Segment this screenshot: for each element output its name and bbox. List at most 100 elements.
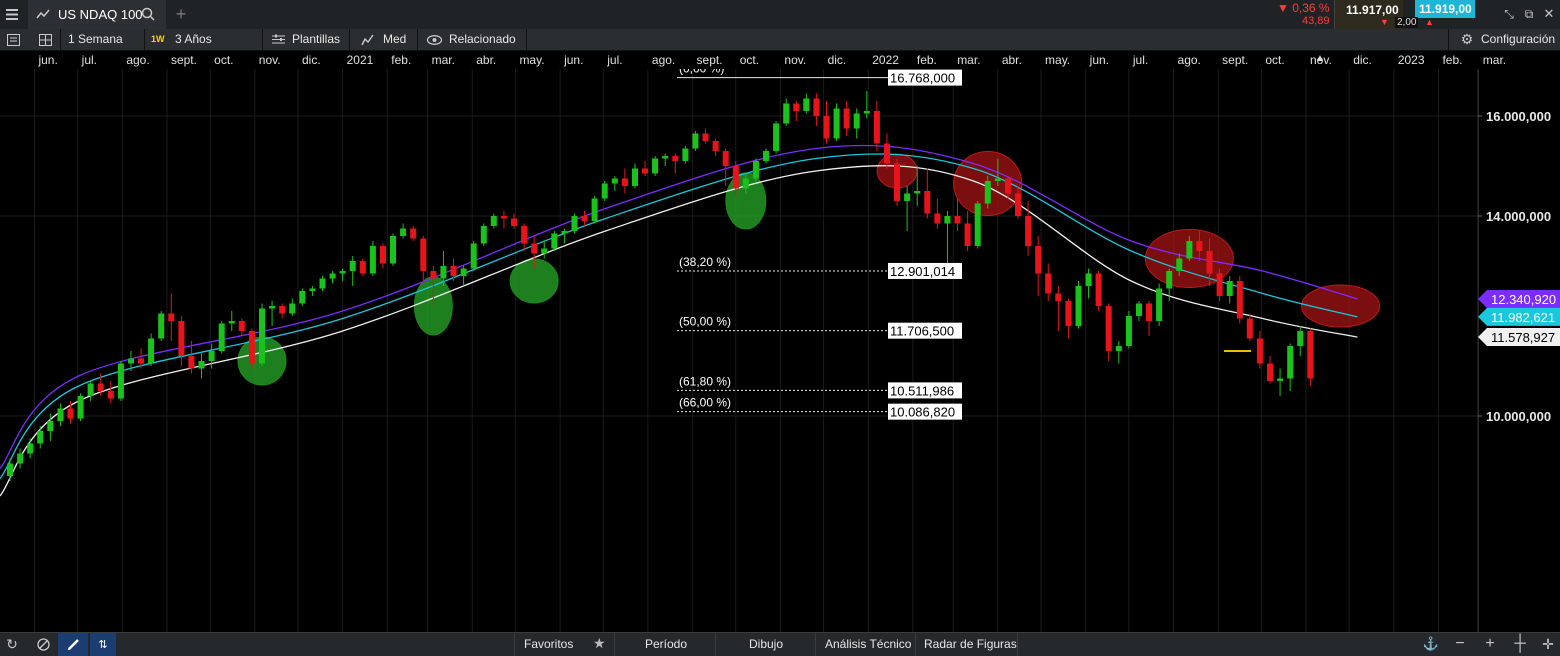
x-tick-label: feb. xyxy=(1442,53,1463,67)
search-icon[interactable] xyxy=(140,6,156,22)
candle-down xyxy=(1035,246,1042,274)
candle-up xyxy=(148,338,155,364)
candle-down xyxy=(581,216,588,221)
candle-up xyxy=(984,181,991,204)
candle-up xyxy=(944,216,951,224)
menu-icon[interactable] xyxy=(0,0,24,29)
x-tick-label: mar. xyxy=(431,53,455,67)
y-tick-label: 16.000,000 xyxy=(1486,109,1551,124)
current-period-marker: ▲ xyxy=(1315,53,1325,64)
add-tab-icon[interactable]: + xyxy=(172,0,190,29)
candle-up xyxy=(349,261,356,271)
popout-icon[interactable]: ⧉ xyxy=(1520,5,1538,23)
candle-up xyxy=(208,351,215,361)
no-entry-icon[interactable] xyxy=(33,635,53,653)
med-button[interactable]: Med xyxy=(383,32,406,46)
list-icon[interactable] xyxy=(4,31,22,48)
candle-up xyxy=(27,443,34,454)
candle-up xyxy=(480,226,487,244)
candle-up xyxy=(1287,346,1294,379)
templates-icon xyxy=(270,31,286,48)
candle-down xyxy=(420,238,427,271)
x-tick-label: sept. xyxy=(1222,53,1249,67)
zoom-in-icon[interactable]: + xyxy=(1480,635,1500,653)
buy-price-box[interactable]: 11.919,00 xyxy=(1415,0,1475,18)
candle-down xyxy=(924,191,931,214)
range-selector[interactable]: 3 Años xyxy=(175,32,212,46)
candle-down xyxy=(873,111,880,144)
candle-up xyxy=(460,268,467,276)
price-chart[interactable]: (0,00 %) 16.768,000 (38,20 %) 12.901,014 (50… xyxy=(0,69,1560,632)
candle-down xyxy=(107,391,114,399)
candle-up xyxy=(863,111,870,114)
candle-down xyxy=(178,321,185,356)
technical-analysis-button[interactable]: Análisis Técnico xyxy=(825,637,911,651)
templates-button[interactable]: Plantillas xyxy=(292,32,340,46)
candle-up xyxy=(652,158,659,174)
candle-up xyxy=(440,266,447,279)
favorites-button[interactable]: Favoritos xyxy=(524,637,573,651)
candle-up xyxy=(7,463,13,476)
candle-up xyxy=(571,216,578,231)
candle-up xyxy=(632,168,638,186)
fib-level-pct: (61,80 %) xyxy=(679,374,731,388)
drawing-button[interactable]: Dibujo xyxy=(749,637,783,651)
config-button[interactable]: Configuración xyxy=(1481,32,1555,46)
pattern-radar-button[interactable]: Radar de Figuras xyxy=(924,637,1017,651)
sort-arrows-icon[interactable]: ⇅ xyxy=(90,633,116,656)
related-button[interactable]: Relacionado xyxy=(449,32,516,46)
candle-down xyxy=(1307,331,1314,379)
period-button[interactable]: Período xyxy=(645,637,687,651)
candle-up xyxy=(329,273,336,279)
shrink-icon[interactable]: ⤡ xyxy=(1500,5,1518,23)
candle-up xyxy=(611,178,618,184)
candle-up xyxy=(77,396,84,419)
candle-up xyxy=(470,243,477,269)
star-icon[interactable]: ★ xyxy=(593,635,606,652)
candle-down xyxy=(1196,241,1203,251)
x-tick-label: ago. xyxy=(651,53,676,67)
x-tick-label: nov. xyxy=(784,53,807,67)
line-chart-icon xyxy=(36,8,50,20)
x-tick-label: ago. xyxy=(126,53,150,67)
x-tick-label: jun. xyxy=(564,53,584,67)
close-icon[interactable]: ✕ xyxy=(1540,5,1558,23)
candle-up xyxy=(561,231,568,234)
x-tick-label: jul. xyxy=(81,53,98,67)
candle-up xyxy=(400,228,407,236)
spread-box: ▼ 2,00 ▲ xyxy=(1380,17,1440,29)
chart-toolbar: 1 Semana 1W 3 Años Plantillas Med Relaci… xyxy=(0,29,1560,51)
fib-value-label: 11.706,500 xyxy=(890,324,954,339)
crosshair-icon[interactable]: ┼ xyxy=(1510,635,1530,653)
refresh-icon[interactable]: ↻ xyxy=(2,635,22,653)
layout-grid-icon[interactable] xyxy=(36,31,54,48)
crosshair-person-icon[interactable]: ⚓ xyxy=(1421,635,1441,653)
x-tick-label: sept. xyxy=(170,53,197,67)
spread: 2,00 xyxy=(1395,17,1419,28)
expand-icon[interactable]: ✛ xyxy=(1538,635,1558,653)
candle-up xyxy=(833,108,840,139)
candle-up xyxy=(601,183,608,199)
top-bar: US NDAQ 100 + ▼ 0,36 % 43,89 11.917,00 1… xyxy=(0,0,1560,30)
candle-up xyxy=(299,291,306,304)
candle-down xyxy=(884,143,890,164)
candle-down xyxy=(1045,273,1052,294)
candle-down xyxy=(500,216,507,219)
candle-up xyxy=(763,151,769,161)
candle-up xyxy=(319,278,326,289)
candle-down xyxy=(1246,318,1253,339)
zoom-out-icon[interactable]: − xyxy=(1450,635,1470,653)
candle-up xyxy=(1125,316,1132,346)
instrument-tab[interactable]: US NDAQ 100 xyxy=(28,0,166,29)
spread-down-icon: ▼ xyxy=(1380,17,1389,27)
candle-up xyxy=(541,248,548,254)
ma-value-label: 11.982,621 xyxy=(1491,310,1555,325)
candle-down xyxy=(450,266,457,276)
ma-value-label: 11.578,927 xyxy=(1491,330,1555,345)
x-tick-label: may. xyxy=(1045,53,1071,67)
x-tick-label: oct. xyxy=(1265,53,1285,67)
interval-selector[interactable]: 1 Semana xyxy=(68,32,123,46)
pencil-icon[interactable] xyxy=(58,633,88,656)
candle-down xyxy=(1004,178,1011,194)
candle-down xyxy=(1216,273,1223,296)
